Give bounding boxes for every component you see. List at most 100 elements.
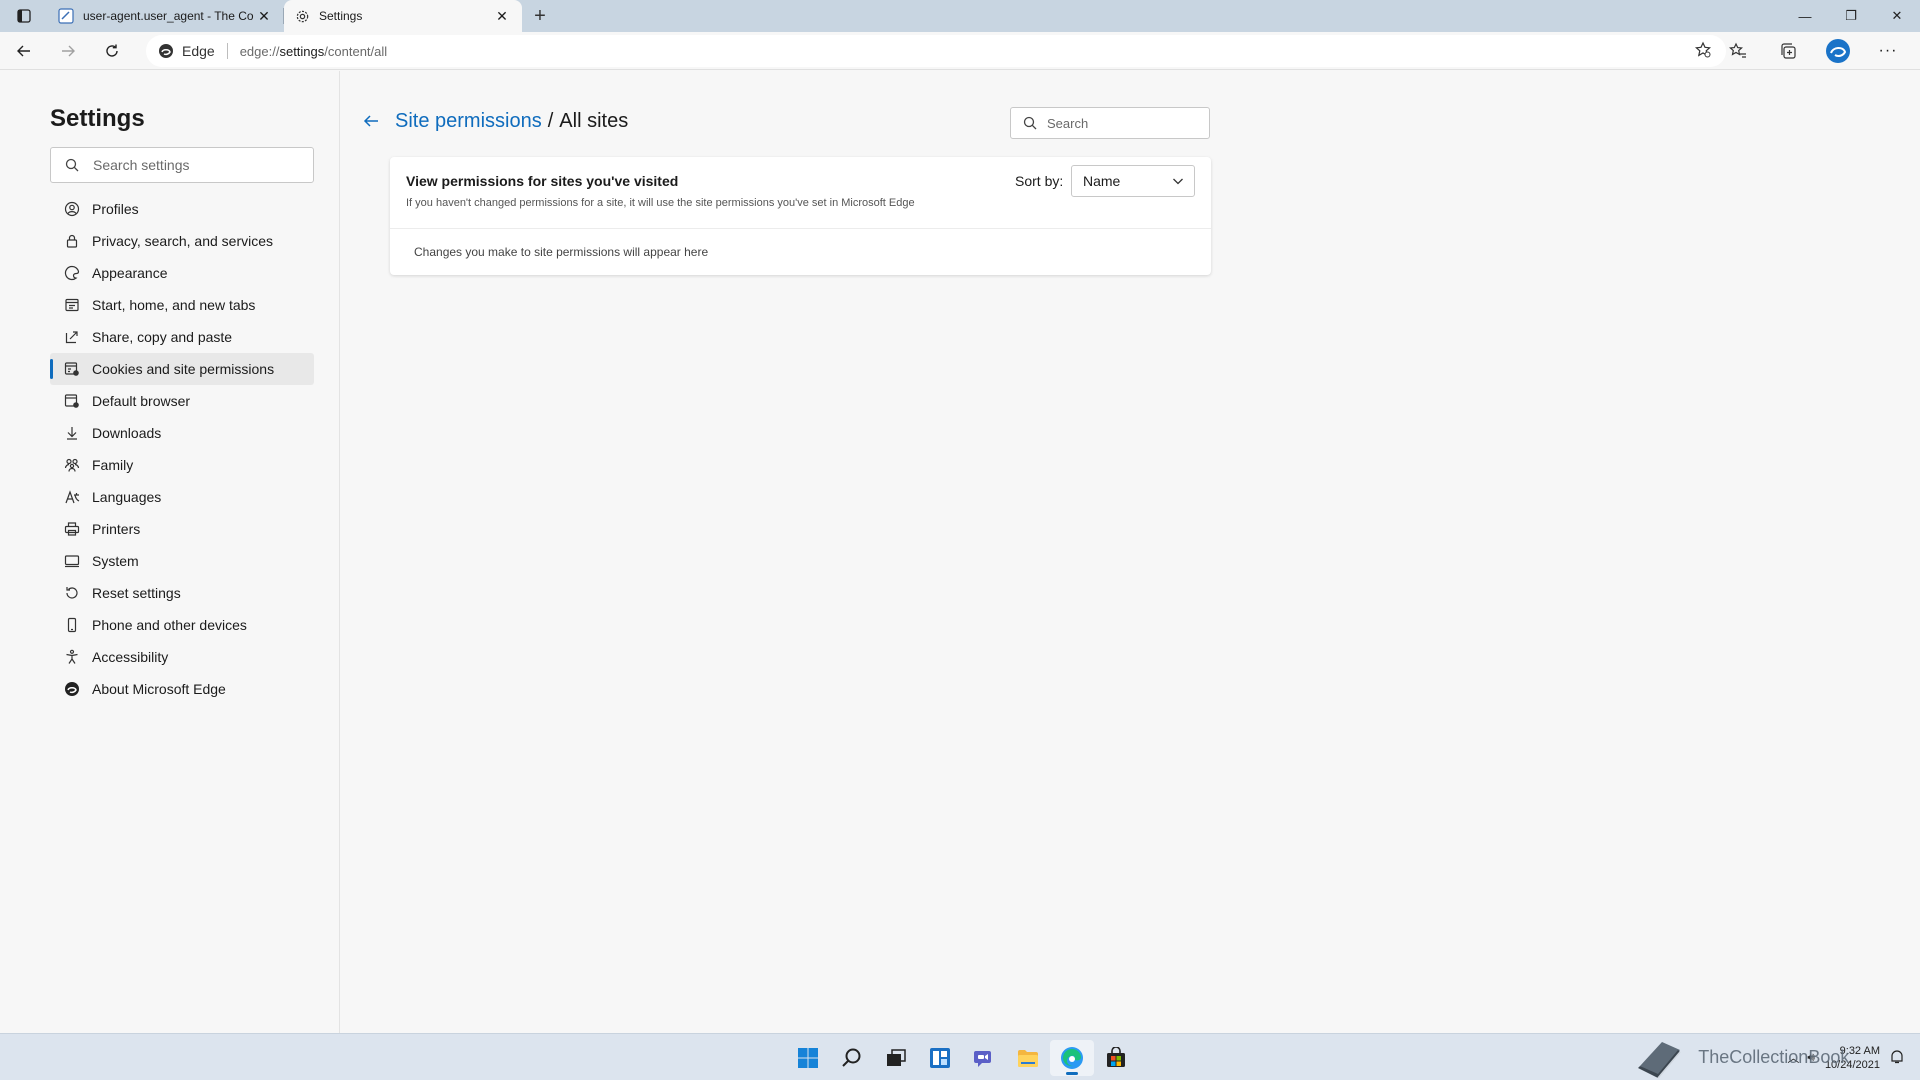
sidebar-item-languages[interactable]: Languages [50, 481, 314, 513]
taskbar: TheCollectionBook ︿ 🔊︎ 9:32 AM 10/24/202… [0, 1033, 1920, 1080]
store-button[interactable] [1094, 1040, 1138, 1076]
restore-button[interactable]: ❐ [1828, 0, 1874, 32]
watermark: TheCollectionBook [1632, 1036, 1849, 1080]
sidebar-item-accessibility[interactable]: Accessibility [50, 641, 314, 673]
new-tab-button[interactable]: + [522, 0, 558, 32]
chat-icon [974, 1051, 991, 1067]
close-tab-icon[interactable]: ✕ [492, 6, 512, 26]
ellipsis-icon: ··· [1878, 42, 1898, 59]
chevron-down-icon [1173, 178, 1183, 185]
forward-button[interactable] [50, 35, 86, 67]
cookies-icon [64, 361, 80, 377]
search-icon [1023, 116, 1037, 130]
profile-icon [64, 201, 80, 217]
address-bar[interactable]: Edge edge://settings/content/all [146, 35, 1726, 67]
collections-icon [1781, 43, 1796, 59]
sidebar-item-start-home[interactable]: Start, home, and new tabs [50, 289, 314, 321]
sidebar-item-downloads[interactable]: Downloads [50, 417, 314, 449]
chat-button[interactable] [962, 1040, 1006, 1076]
avatar-icon [1826, 39, 1850, 63]
sidebar-item-profiles[interactable]: Profiles [50, 193, 314, 225]
tab-settings[interactable]: Settings ✕ [284, 0, 522, 32]
task-view-button[interactable] [874, 1040, 918, 1076]
widgets-button[interactable] [918, 1040, 962, 1076]
minimize-button[interactable]: — [1782, 0, 1828, 32]
browser-toolbar: Edge edge://settings/content/all ··· [0, 32, 1920, 70]
tab-title: user-agent.user_agent - The Colle [83, 9, 254, 23]
tab-actions-icon [17, 9, 31, 23]
sort-by-dropdown[interactable]: Name [1071, 165, 1195, 197]
sidebar-item-default-browser[interactable]: Default browser [50, 385, 314, 417]
sidebar-item-cookies[interactable]: Cookies and site permissions [50, 353, 314, 385]
search-icon [65, 158, 79, 172]
watermark-text: TheCollectionBook [1698, 1047, 1850, 1067]
tab-user-agent[interactable]: user-agent.user_agent - The Colle ✕ [48, 0, 284, 32]
toolbar-right: ··· [1710, 35, 1910, 67]
search-settings-input[interactable] [93, 157, 293, 173]
sidebar-item-appearance[interactable]: Appearance [50, 257, 314, 289]
tab-actions-button[interactable] [0, 0, 48, 32]
refresh-button[interactable] [94, 35, 130, 67]
empty-state-text: Changes you make to site permissions wil… [414, 245, 709, 259]
site-search-input[interactable] [1047, 115, 1197, 131]
sidebar-item-label: Cookies and site permissions [92, 361, 275, 377]
edge-icon [64, 681, 80, 697]
default-browser-icon [64, 393, 80, 409]
sidebar-item-label: Appearance [92, 265, 168, 281]
site-search-box[interactable] [1010, 107, 1210, 139]
close-window-button[interactable]: ✕ [1874, 0, 1920, 32]
file-explorer-button[interactable] [1006, 1040, 1050, 1076]
plus-icon: + [534, 4, 546, 27]
share-icon [64, 329, 80, 345]
sidebar-item-label: Default browser [92, 393, 191, 409]
settings-sidebar: Settings Profiles Privacy, search, and s… [0, 71, 340, 1033]
card-subtitle: If you haven't changed permissions for a… [406, 197, 915, 209]
printer-icon [64, 521, 80, 537]
profile-button[interactable] [1816, 35, 1860, 67]
edge-icon [1061, 1047, 1083, 1069]
sidebar-item-system[interactable]: System [50, 545, 314, 577]
edge-taskbar-button[interactable] [1050, 1040, 1094, 1076]
tab-strip: user-agent.user_agent - The Colle ✕ Sett… [0, 0, 1920, 32]
sidebar-item-printers[interactable]: Printers [50, 513, 314, 545]
system-tray: TheCollectionBook ︿ 🔊︎ 9:32 AM 10/24/202… [1632, 1034, 1920, 1080]
sidebar-item-phone[interactable]: Phone and other devices [50, 609, 314, 641]
sidebar-item-privacy[interactable]: Privacy, search, and services [50, 225, 314, 257]
appearance-icon [64, 265, 80, 281]
page-title: All sites [559, 109, 629, 132]
sidebar-nav: Profiles Privacy, search, and services A… [50, 193, 314, 705]
url-text: edge://settings/content/all [240, 44, 387, 59]
settings-main: Site permissions / All sites View permis… [341, 71, 1920, 1033]
sidebar-item-label: Profiles [92, 201, 139, 217]
sort-by-value: Name [1083, 173, 1121, 189]
windows-logo-icon [798, 1048, 818, 1068]
sidebar-item-about[interactable]: About Microsoft Edge [50, 673, 314, 705]
url-scheme: edge:// [239, 43, 280, 59]
breadcrumb-site-permissions-link[interactable]: Site permissions [395, 110, 542, 133]
start-button[interactable] [786, 1040, 830, 1076]
sidebar-item-label: Share, copy and paste [92, 329, 233, 345]
sidebar-item-family[interactable]: Family [50, 449, 314, 481]
languages-icon [64, 489, 80, 505]
search-icon [842, 1048, 861, 1067]
sidebar-item-share-copy[interactable]: Share, copy and paste [50, 321, 314, 353]
site-permissions-card: View permissions for sites you've visite… [390, 157, 1211, 275]
book-icon [1638, 1041, 1681, 1078]
more-menu-button[interactable]: ··· [1866, 35, 1910, 67]
close-tab-icon[interactable]: ✕ [254, 6, 274, 26]
folder-icon [1018, 1050, 1038, 1067]
sidebar-search-box[interactable] [50, 147, 314, 183]
collections-button[interactable] [1766, 35, 1810, 67]
sidebar-item-reset[interactable]: Reset settings [50, 577, 314, 609]
breadcrumb-back-button[interactable] [359, 109, 383, 133]
taskbar-search-button[interactable] [830, 1040, 874, 1076]
favorites-button[interactable] [1716, 35, 1760, 67]
site-identity[interactable]: Edge [158, 43, 215, 59]
sidebar-item-label: Family [92, 457, 134, 473]
sidebar-item-label: Printers [92, 521, 141, 537]
back-button[interactable] [6, 35, 42, 67]
sidebar-item-label: Downloads [92, 425, 162, 441]
notification-icon[interactable] [1890, 1050, 1904, 1069]
store-icon [1107, 1047, 1125, 1067]
arrow-left-icon [363, 115, 378, 127]
